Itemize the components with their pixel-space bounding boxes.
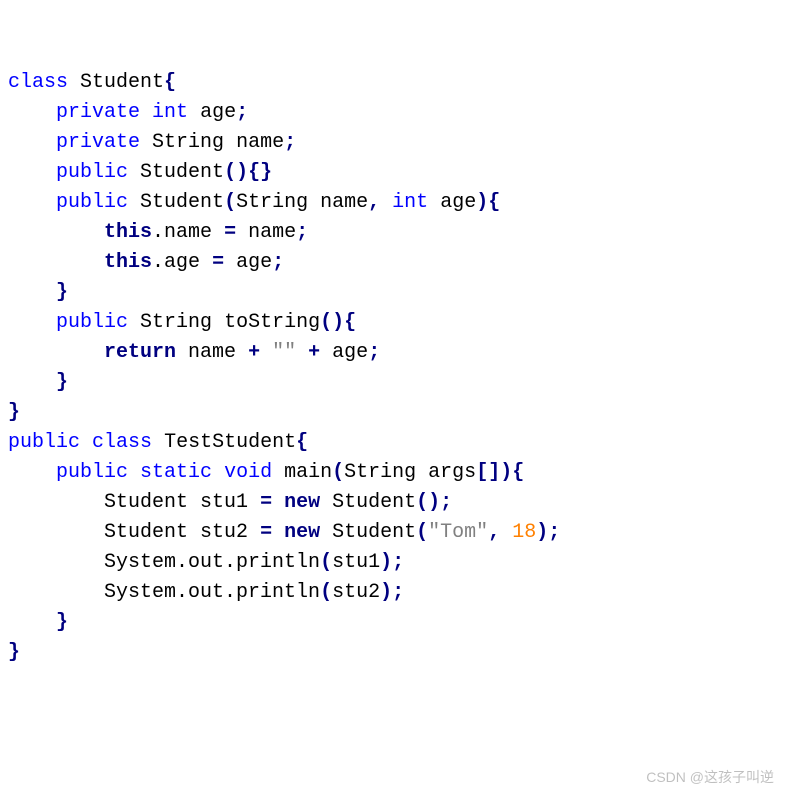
- ctor-call: Student: [332, 521, 416, 544]
- plus: +: [248, 341, 260, 364]
- paren-close: );: [536, 521, 560, 544]
- method-call: System.out.println: [104, 581, 320, 604]
- semicolon: ;: [296, 221, 308, 244]
- brace-close: }: [56, 281, 68, 304]
- keyword-this: this: [104, 221, 152, 244]
- rhs: name: [248, 221, 296, 244]
- keyword-this: this: [104, 251, 152, 274]
- field-name: age: [200, 101, 236, 124]
- brace-open: {: [164, 71, 176, 94]
- param-name: args: [428, 461, 476, 484]
- keyword-new: new: [284, 491, 320, 514]
- string-literal: "Tom": [428, 521, 488, 544]
- paren-close: );: [380, 551, 404, 574]
- paren: (): [320, 311, 344, 334]
- paren-open: (: [224, 191, 236, 214]
- type: Student: [104, 491, 188, 514]
- brace-open: {: [296, 431, 308, 454]
- param-type: String: [236, 191, 308, 214]
- keyword-new: new: [284, 521, 320, 544]
- ctor-name: Student: [140, 161, 224, 184]
- ctor-call: Student: [332, 491, 416, 514]
- watermark-text: CSDN @这孩子叫逆: [646, 767, 774, 788]
- assign: =: [212, 251, 224, 274]
- assign: =: [260, 491, 272, 514]
- expr: age: [332, 341, 368, 364]
- semicolon: ;: [236, 101, 248, 124]
- assign: =: [224, 221, 236, 244]
- type: String: [152, 131, 224, 154]
- return-type: String: [140, 311, 212, 334]
- brace-open: {: [488, 191, 500, 214]
- param-type: String: [344, 461, 416, 484]
- paren-open: (: [320, 551, 332, 574]
- modifier: private: [56, 131, 140, 154]
- plus: +: [308, 341, 320, 364]
- var-name: stu1: [200, 491, 248, 514]
- semicolon: ;: [368, 341, 380, 364]
- brackets: []): [476, 461, 512, 484]
- modifier: public: [56, 191, 128, 214]
- ctor-name: Student: [140, 191, 224, 214]
- arg: stu2: [332, 581, 380, 604]
- semicolon: ;: [272, 251, 284, 274]
- brace-close: }: [8, 401, 20, 424]
- paren-open: (): [224, 161, 248, 184]
- modifier: public: [56, 311, 128, 334]
- modifier: public: [8, 431, 80, 454]
- keyword-class: class: [8, 71, 68, 94]
- brace-open: {}: [248, 161, 272, 184]
- modifier: private: [56, 101, 140, 124]
- param-type: int: [392, 191, 428, 214]
- paren-open: (: [320, 581, 332, 604]
- paren: ();: [416, 491, 452, 514]
- param-name: age: [440, 191, 476, 214]
- assign: =: [260, 521, 272, 544]
- type: Student: [104, 521, 188, 544]
- modifier: public: [56, 461, 128, 484]
- semicolon: ;: [284, 131, 296, 154]
- paren-open: (: [416, 521, 428, 544]
- field-name: name: [236, 131, 284, 154]
- rhs: age: [236, 251, 272, 274]
- modifier: static: [140, 461, 212, 484]
- keyword-return: return: [104, 341, 176, 364]
- method-call: System.out.println: [104, 551, 320, 574]
- brace-open: {: [512, 461, 524, 484]
- paren-open: (: [332, 461, 344, 484]
- return-type: void: [224, 461, 272, 484]
- arg: stu1: [332, 551, 380, 574]
- expr: name: [188, 341, 236, 364]
- comma: ,: [488, 521, 500, 544]
- param-name: name: [320, 191, 368, 214]
- modifier: public: [56, 161, 128, 184]
- method-name: toString: [224, 311, 320, 334]
- comma: ,: [368, 191, 380, 214]
- brace-close: }: [56, 371, 68, 394]
- var-name: stu2: [200, 521, 248, 544]
- brace-open: {: [344, 311, 356, 334]
- number-literal: 18: [512, 521, 536, 544]
- member-access: .age: [152, 251, 200, 274]
- keyword-class: class: [92, 431, 152, 454]
- method-name: main: [284, 461, 332, 484]
- string-literal: "": [272, 341, 296, 364]
- paren-close: );: [380, 581, 404, 604]
- member-access: .name: [152, 221, 212, 244]
- code-block: class Student{ private int age; private …: [8, 68, 778, 668]
- type: int: [152, 101, 188, 124]
- class-name: Student: [80, 71, 164, 94]
- brace-close: }: [56, 611, 68, 634]
- paren-close: ): [476, 191, 488, 214]
- brace-close: }: [8, 641, 20, 664]
- class-name: TestStudent: [164, 431, 296, 454]
